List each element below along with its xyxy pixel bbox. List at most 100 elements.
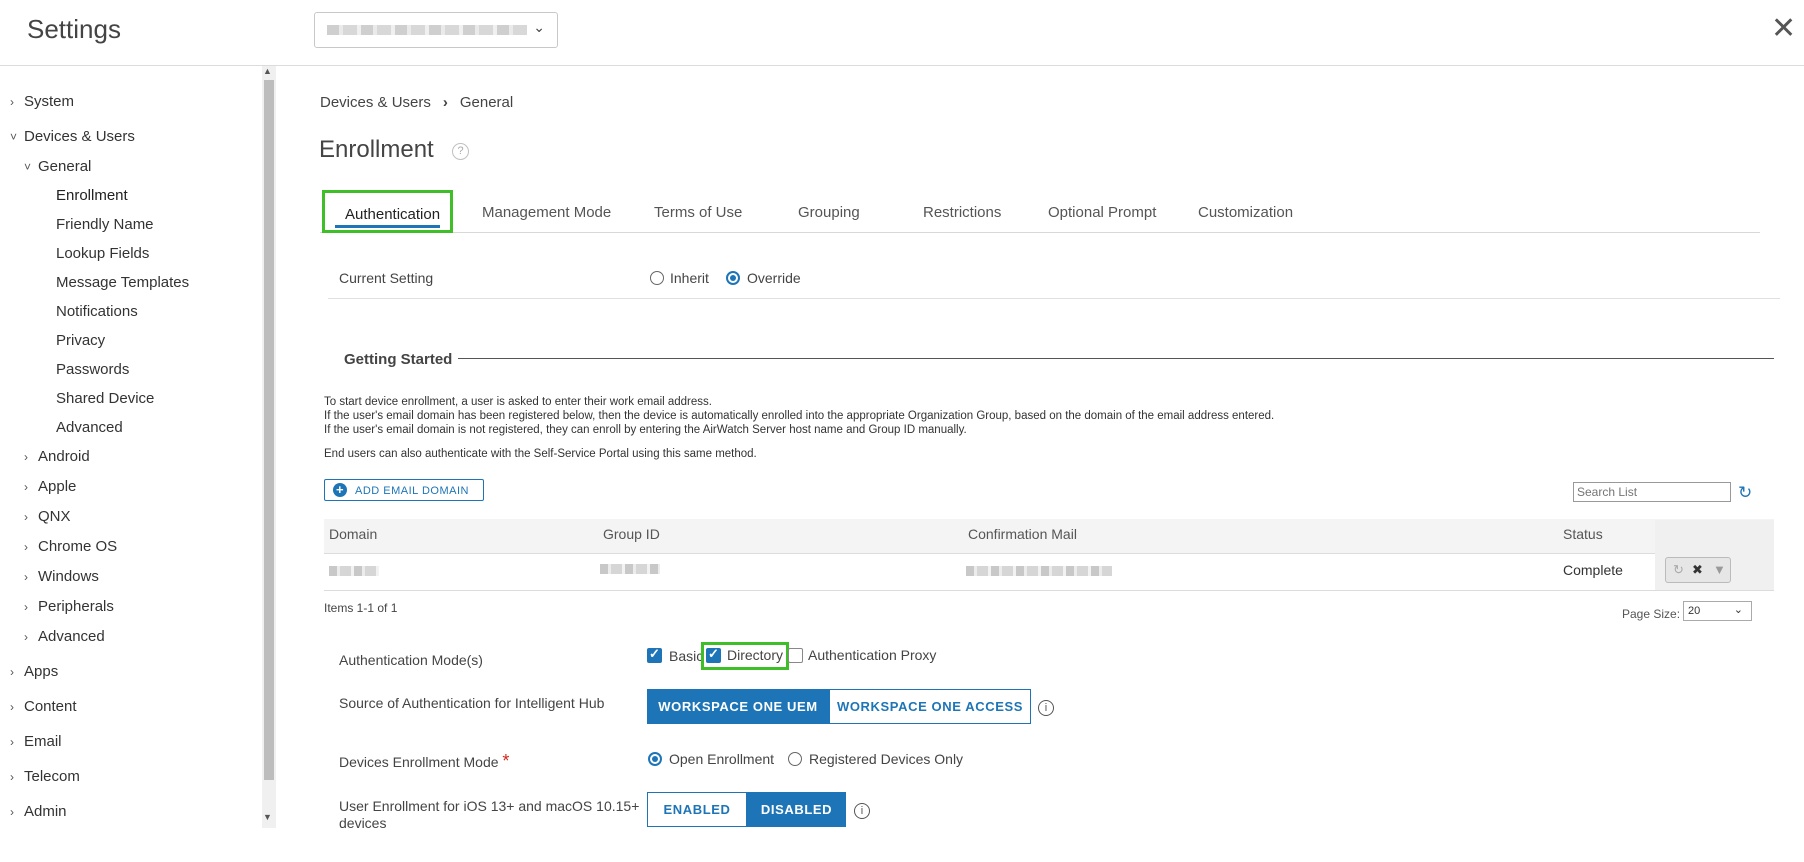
refresh-icon[interactable]: ↻ — [1673, 562, 1684, 578]
authentication-proxy-label[interactable]: Authentication Proxy — [808, 647, 936, 663]
inherit-radio-label[interactable]: Inherit — [670, 270, 709, 286]
description-line: If the user's email domain has been regi… — [324, 410, 1275, 422]
scroll-up-icon[interactable]: ▲ — [263, 66, 272, 76]
add-email-domain-button[interactable]: + ADD EMAIL DOMAIN — [324, 479, 484, 501]
column-header-group-id[interactable]: Group ID — [603, 526, 660, 542]
search-list-input[interactable] — [1573, 482, 1731, 502]
chevron-right-icon: › — [10, 735, 14, 749]
sidebar-scroll-thumb[interactable] — [264, 80, 274, 780]
sidebar-item-content[interactable]: › Content — [10, 698, 77, 715]
sidebar-item-label: Advanced — [38, 628, 105, 645]
enabled-button[interactable]: ENABLED — [647, 792, 747, 827]
top-bar — [0, 0, 1804, 66]
button-label: ADD EMAIL DOMAIN — [355, 485, 469, 497]
sidebar-item-qnx[interactable]: › QNX — [24, 508, 71, 525]
open-enrollment-label[interactable]: Open Enrollment — [669, 751, 774, 767]
sidebar-item-general[interactable]: ˅ General — [24, 158, 91, 175]
workspace-one-uem-button[interactable]: WORKSPACE ONE UEM — [647, 689, 829, 724]
chevron-right-icon: › — [442, 94, 448, 111]
sidebar-item-friendly-name[interactable]: Friendly Name — [56, 216, 154, 233]
sidebar-item-passwords[interactable]: Passwords — [56, 361, 129, 378]
delete-icon[interactable]: ✖ — [1692, 562, 1703, 578]
registered-devices-only-label[interactable]: Registered Devices Only — [809, 751, 963, 767]
sidebar-item-email[interactable]: › Email — [10, 733, 62, 750]
sidebar-item-label: Android — [38, 448, 90, 465]
sidebar-item-label: Windows — [38, 568, 99, 585]
override-radio[interactable] — [726, 271, 740, 285]
tab-restrictions[interactable]: Restrictions — [923, 204, 1001, 221]
sidebar-item-advanced-devices[interactable]: › Advanced — [24, 628, 105, 645]
info-icon[interactable]: i — [854, 803, 870, 819]
sidebar-item-telecom[interactable]: › Telecom — [10, 768, 80, 785]
plus-circle-icon: + — [333, 483, 347, 497]
directory-checkbox-label[interactable]: Directory — [727, 647, 783, 663]
disabled-button[interactable]: DISABLED — [747, 792, 846, 827]
chevron-right-icon: › — [10, 665, 14, 679]
sidebar-item-chrome-os[interactable]: › Chrome OS — [24, 538, 117, 555]
settings-sidebar: › System ˅ Devices & Users ˅ General Enroll… — [0, 66, 280, 828]
redacted-confirmation-mail — [966, 566, 1112, 576]
help-icon[interactable]: ? — [452, 143, 469, 160]
open-enrollment-radio[interactable] — [648, 752, 662, 766]
sidebar-item-label: QNX — [38, 508, 71, 525]
items-count: Items 1-1 of 1 — [324, 601, 398, 615]
tab-customization[interactable]: Customization — [1198, 204, 1293, 221]
workspace-one-access-button[interactable]: WORKSPACE ONE ACCESS — [829, 689, 1031, 724]
info-icon[interactable]: i — [1038, 700, 1054, 716]
chevron-down-icon: ˅ — [24, 160, 32, 174]
registered-devices-only-radio[interactable] — [788, 752, 802, 766]
breadcrumb-parent-link[interactable]: Devices & Users — [320, 94, 431, 111]
sidebar-item-admin[interactable]: › Admin — [10, 803, 67, 820]
tab-bar: Authentication Management Mode Terms of … — [320, 190, 1760, 233]
sidebar-item-label: Content — [24, 698, 77, 715]
page-size-select[interactable]: 20 ⌄ — [1683, 601, 1752, 621]
sidebar-item-message-templates[interactable]: Message Templates — [56, 274, 189, 291]
sidebar-item-shared-device[interactable]: Shared Device — [56, 390, 154, 407]
sidebar-item-system[interactable]: › System — [10, 93, 74, 110]
organization-group-select[interactable]: ⌄ — [314, 12, 558, 48]
auth-source-label: Source of Authentication for Intelligent… — [339, 695, 605, 711]
divider — [328, 298, 1780, 299]
override-radio-label[interactable]: Override — [747, 270, 801, 286]
sidebar-item-label: Peripherals — [38, 598, 114, 615]
sidebar-item-windows[interactable]: › Windows — [24, 568, 99, 585]
sidebar-item-devices-users[interactable]: ˅ Devices & Users — [10, 128, 135, 145]
tab-label: Authentication — [345, 206, 441, 223]
status-value: Complete — [1563, 562, 1623, 578]
chevron-right-icon: › — [24, 450, 28, 464]
scroll-down-icon[interactable]: ▼ — [263, 812, 272, 822]
tab-management-mode[interactable]: Management Mode — [482, 204, 611, 221]
tab-optional-prompt[interactable]: Optional Prompt — [1048, 204, 1156, 221]
sidebar-item-apple[interactable]: › Apple — [24, 478, 76, 495]
close-icon[interactable]: ✕ — [1771, 14, 1796, 44]
dropdown-icon[interactable]: ▼ — [1713, 562, 1726, 577]
sidebar-item-label: Telecom — [24, 768, 80, 785]
basic-checkbox-label[interactable]: Basic — [669, 648, 703, 664]
basic-checkbox[interactable] — [647, 646, 662, 663]
page-size-label: Page Size: — [1622, 607, 1681, 621]
description-line: If the user's email domain is not regist… — [324, 424, 967, 436]
sidebar-item-lookup-fields[interactable]: Lookup Fields — [56, 245, 149, 262]
column-header-status[interactable]: Status — [1563, 526, 1603, 542]
sidebar-item-peripherals[interactable]: › Peripherals — [24, 598, 114, 615]
chevron-right-icon: › — [24, 510, 28, 524]
inherit-radio[interactable] — [650, 271, 664, 285]
column-header-confirmation-mail[interactable]: Confirmation Mail — [968, 526, 1077, 542]
chevron-down-icon: ⌄ — [1733, 604, 1743, 616]
tab-grouping[interactable]: Grouping — [798, 204, 860, 221]
directory-checkbox[interactable] — [706, 646, 721, 663]
tab-authentication[interactable]: Authentication — [322, 190, 453, 233]
sidebar-item-privacy[interactable]: Privacy — [56, 332, 105, 349]
refresh-icon[interactable]: ↻ — [1738, 483, 1752, 503]
row-action-buttons[interactable]: ↻ ✖ ▼ — [1665, 557, 1731, 583]
chevron-right-icon: › — [24, 600, 28, 614]
redacted-domain — [329, 566, 379, 576]
sidebar-item-enrollment[interactable]: Enrollment — [56, 187, 128, 204]
tab-terms-of-use[interactable]: Terms of Use — [654, 204, 742, 221]
sidebar-item-notifications[interactable]: Notifications — [56, 303, 138, 320]
sidebar-item-advanced-general[interactable]: Advanced — [56, 419, 123, 436]
sidebar-item-android[interactable]: › Android — [24, 448, 90, 465]
sidebar-item-apps[interactable]: › Apps — [10, 663, 58, 680]
column-header-domain[interactable]: Domain — [329, 526, 377, 542]
authentication-proxy-checkbox[interactable] — [788, 648, 803, 663]
